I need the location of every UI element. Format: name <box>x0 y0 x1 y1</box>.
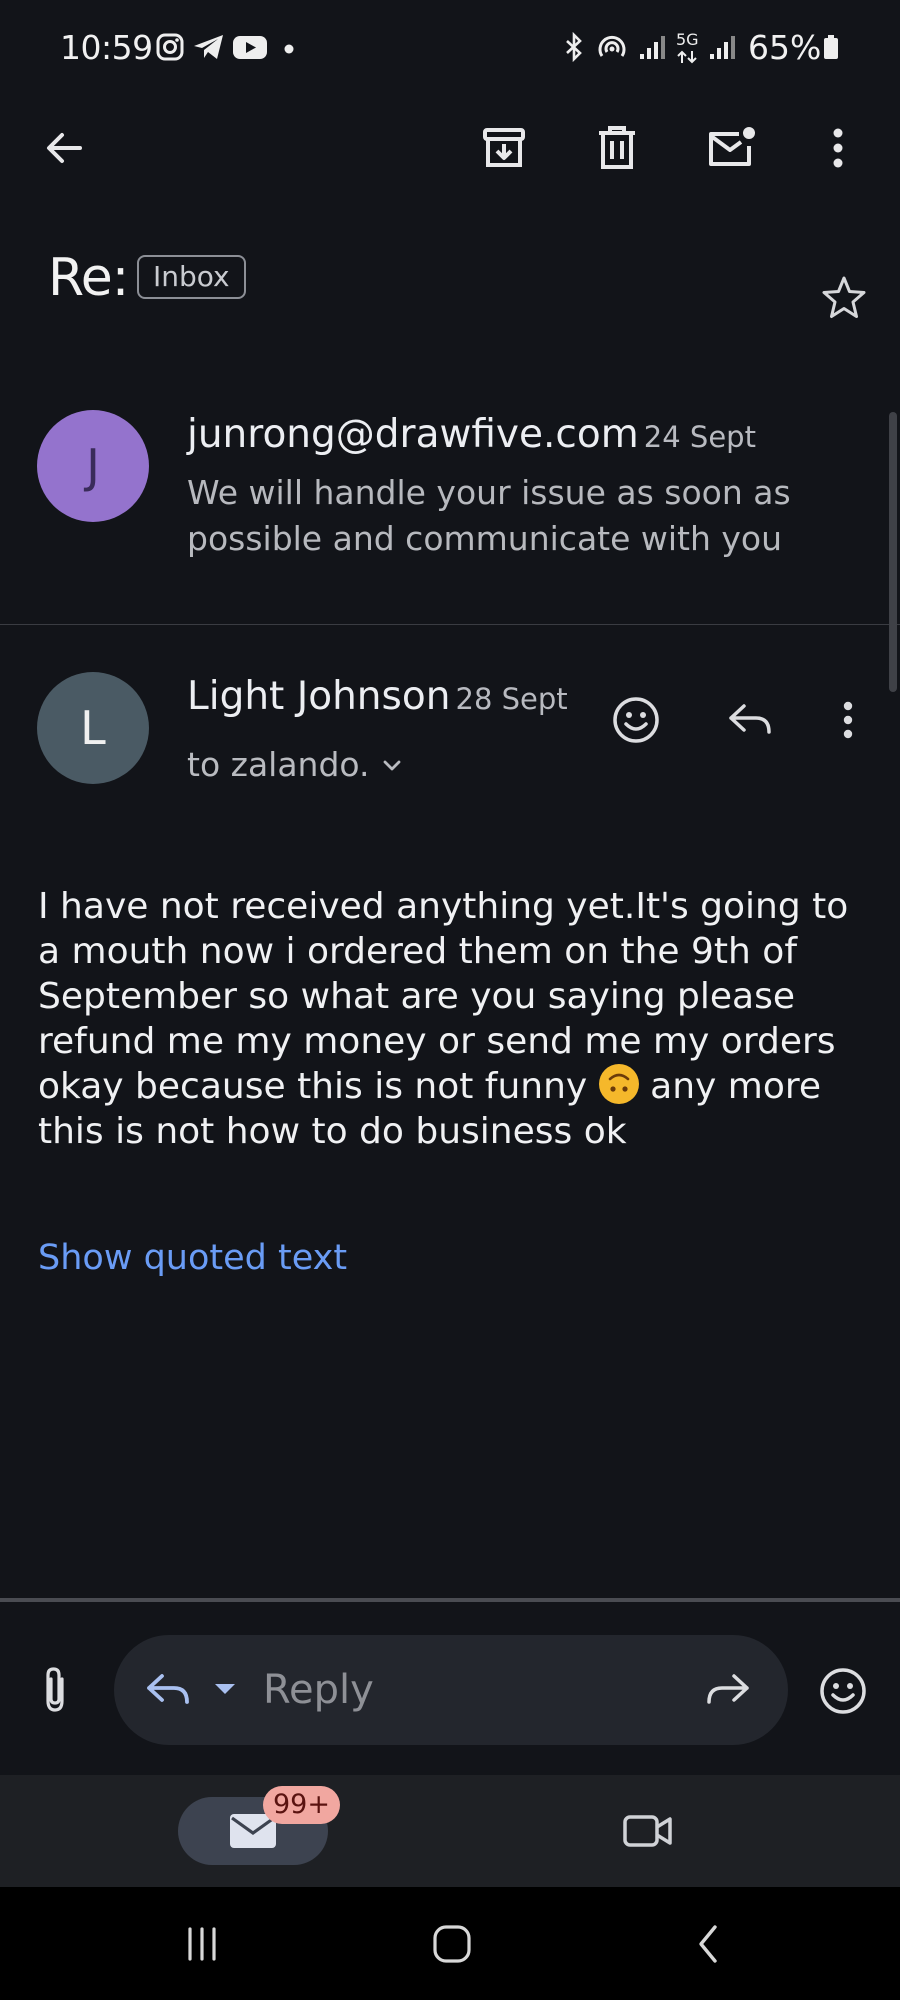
avatar[interactable]: L <box>37 672 149 784</box>
chevron-left-icon <box>699 1925 717 1963</box>
more-vert-icon <box>833 128 843 168</box>
reply-bar-separator <box>0 1598 900 1602</box>
message-date: 24 Sept <box>643 420 756 454</box>
recipients-toggle[interactable]: to zalando. <box>187 745 404 784</box>
back-button[interactable] <box>28 112 100 184</box>
message-date: 28 Sept <box>455 682 568 716</box>
archive-button[interactable] <box>468 112 540 184</box>
data-arrows-icon <box>677 50 697 64</box>
reply-placeholder: Reply <box>263 1667 374 1713</box>
signal-icon-2 <box>710 36 735 59</box>
scrollbar[interactable] <box>889 412 897 692</box>
battery-percent: 65% <box>748 28 822 67</box>
home-icon <box>433 1925 471 1963</box>
sender-name: Light Johnson <box>187 674 451 719</box>
message-header: Light Johnson 28 Sept <box>187 674 568 719</box>
smiley-icon <box>613 697 659 743</box>
avatar[interactable]: J <box>37 410 149 522</box>
notification-dot-icon <box>284 44 294 54</box>
home-button[interactable] <box>420 1916 484 1972</box>
instagram-icon <box>156 33 184 61</box>
star-button[interactable] <box>808 262 880 334</box>
unread-count-badge: 99+ <box>263 1786 340 1824</box>
telegram-icon <box>194 35 223 59</box>
mail-unread-icon <box>709 127 755 166</box>
status-bar: 10:59 5G 65% <box>0 0 900 100</box>
battery-icon <box>824 35 838 59</box>
attach-button[interactable] <box>26 1660 84 1720</box>
reply-button[interactable] <box>714 684 786 756</box>
system-back-button[interactable] <box>676 1916 740 1972</box>
forward-icon <box>707 1674 749 1704</box>
react-emoji-button[interactable] <box>600 684 672 756</box>
thread-subject: Re: <box>48 248 129 308</box>
inbox-label-chip[interactable]: Inbox <box>137 255 246 299</box>
message-header[interactable]: junrong@drawfive.com 24 Sept <box>187 412 756 457</box>
forward-button[interactable] <box>700 1668 756 1712</box>
more-options-button[interactable] <box>802 112 874 184</box>
signal-icon <box>640 36 665 59</box>
network-type: 5G <box>676 30 699 49</box>
message-snippet[interactable]: We will handle your issue as soon as pos… <box>187 470 827 562</box>
chevron-down-icon <box>383 760 400 770</box>
status-time: 10:59 <box>60 28 153 67</box>
reply-type-button[interactable] <box>140 1668 196 1712</box>
smiley-icon <box>820 1668 866 1714</box>
message-more-button[interactable] <box>812 684 884 756</box>
trash-icon <box>599 126 635 169</box>
nav-meet-tab[interactable] <box>612 1803 684 1859</box>
more-vert-icon <box>843 701 853 739</box>
video-camera-icon <box>623 1815 672 1847</box>
sender-email: junrong@drawfive.com <box>187 412 639 457</box>
reply-icon <box>729 704 771 734</box>
recent-apps-button[interactable] <box>170 1916 234 1972</box>
bluetooth-icon <box>566 32 582 62</box>
show-quoted-text-link[interactable]: Show quoted text <box>38 1238 347 1278</box>
delete-button[interactable] <box>581 112 653 184</box>
archive-icon <box>483 128 525 167</box>
paperclip-icon <box>46 1667 64 1712</box>
reply-icon <box>147 1674 189 1704</box>
arrow-left-icon <box>47 133 82 163</box>
message-divider <box>0 624 900 625</box>
recipients-text: to zalando. <box>187 745 370 784</box>
upside-down-face-emoji-icon <box>598 1064 639 1104</box>
dropdown-caret-icon[interactable] <box>212 1680 238 1698</box>
hotspot-icon <box>598 35 626 57</box>
recents-icon <box>188 1927 216 1961</box>
youtube-icon <box>233 36 267 59</box>
bottom-navigation <box>0 1775 900 1887</box>
emoji-button[interactable] <box>812 1660 874 1722</box>
message-body: I have not received anything yet.It's go… <box>38 884 878 1154</box>
star-icon <box>822 276 866 318</box>
mark-unread-button[interactable] <box>695 112 767 184</box>
